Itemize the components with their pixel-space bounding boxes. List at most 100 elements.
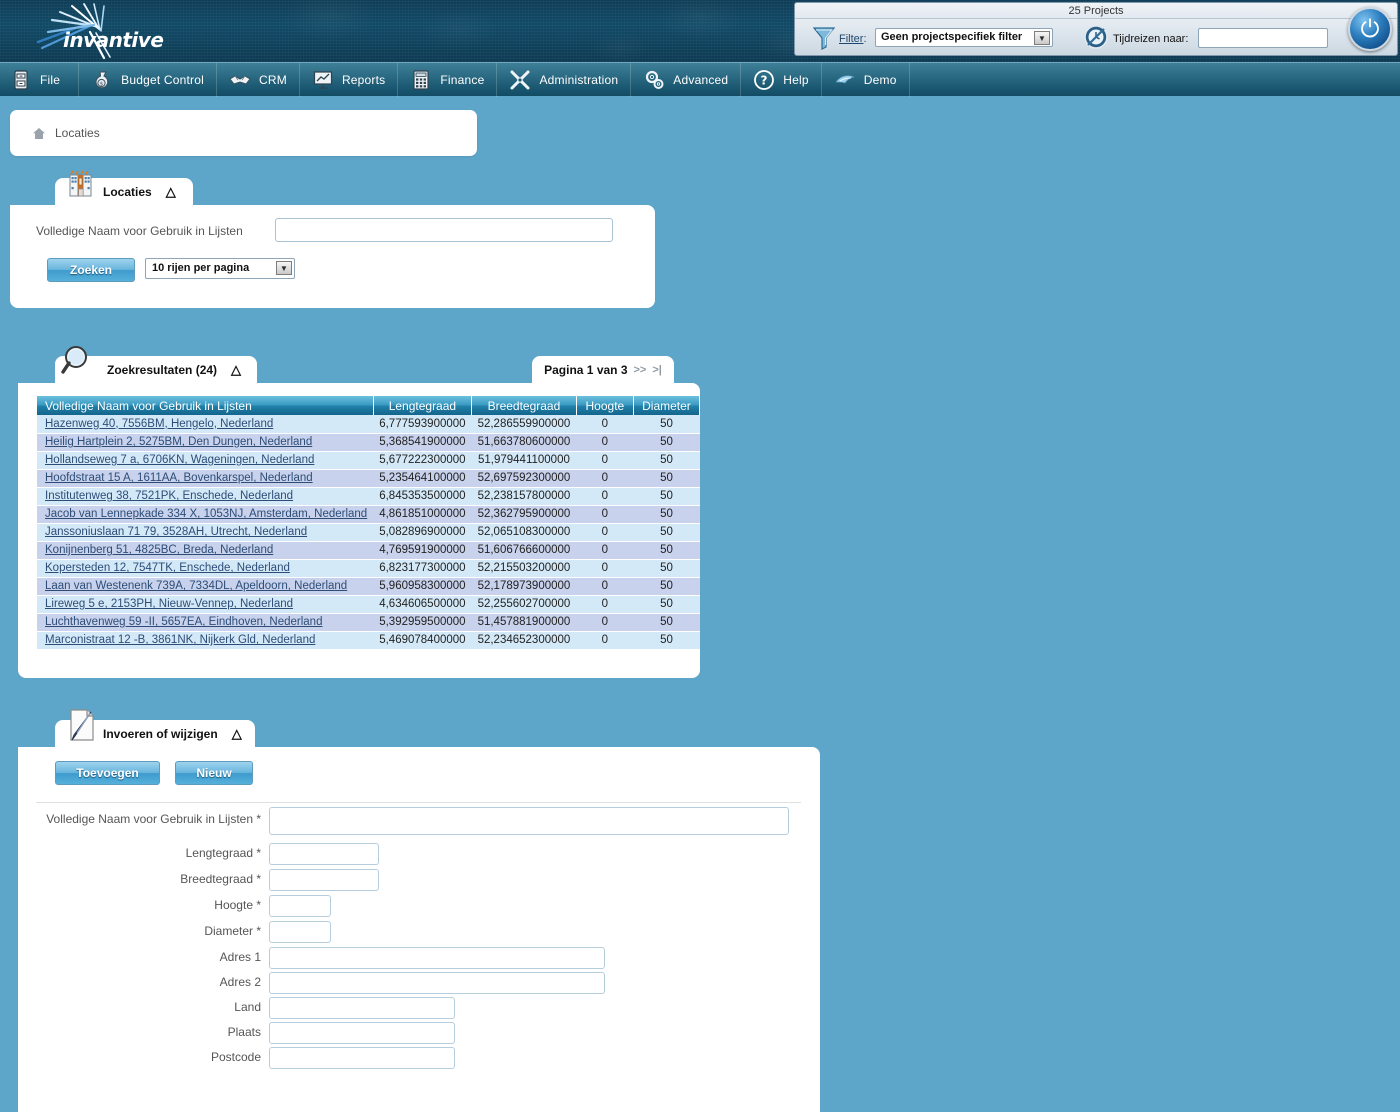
location-link[interactable]: Luchthavenweg 59 -II, 5657EA, Eindhoven,… [45,616,322,628]
menu-item-administration[interactable]: Administration [497,62,632,97]
table-row: Konijnenberg 51, 4825BC, Breda, Nederlan… [37,541,700,560]
input-land[interactable] [269,997,455,1019]
input-volledige-naam[interactable] [269,807,789,835]
location-link[interactable]: Institutenweg 38, 7521PK, Enschede, Nede… [45,490,293,502]
cell-naam: Jacob van Lennepkade 334 X, 1053NJ, Amst… [37,505,374,524]
cell-hoogte: 0 [576,631,634,650]
col-breedtegraad[interactable]: Breedtegraad [471,396,577,415]
menu-item-budget-control[interactable]: $ Budget Control [79,62,217,97]
cell-breedtegraad: 51,663780600000 [471,433,577,452]
menu-item-demo[interactable]: Demo [822,62,910,97]
input-diameter[interactable] [269,921,331,943]
input-hoogte[interactable] [269,895,331,917]
location-link[interactable]: Hollandseweg 7 a, 6706KN, Wageningen, Ne… [45,454,314,466]
location-link[interactable]: Laan van Westenenk 739A, 7334DL, Apeldoo… [45,580,347,592]
cell-breedtegraad: 52,215503200000 [471,559,577,578]
cell-lengtegraad: 6,845353500000 [373,487,472,506]
table-row: Institutenweg 38, 7521PK, Enschede, Nede… [37,487,700,506]
menu-item-help[interactable]: ? Help [741,62,822,97]
search-panel-tab[interactable]: Locaties △ [55,170,193,205]
label-lengtegraad: Lengtegraad * [185,846,261,860]
table-row: Kopersteden 12, 7547TK, Enschede, Nederl… [37,559,700,578]
timetravel-input[interactable] [1198,28,1328,48]
cell-lengtegraad: 4,769591900000 [373,541,472,560]
menu-label-administration: Administration [539,72,619,87]
search-field-label: Volledige Naam voor Gebruik in Lijsten [36,224,243,238]
power-icon[interactable]: ⏻ [1348,7,1392,51]
filter-colon: : [863,33,867,45]
project-filter-select[interactable]: Geen projectspecifiek filter ▼ [875,28,1053,47]
cell-breedtegraad: 51,457881900000 [471,613,577,632]
chevron-down-icon[interactable]: ▼ [276,261,292,275]
results-panel-tab[interactable]: Zoekresultaten (24) △ [55,346,257,383]
zoeken-button[interactable]: Zoeken [47,258,135,282]
location-link[interactable]: Kopersteden 12, 7547TK, Enschede, Nederl… [45,562,290,574]
cell-hoogte: 0 [576,505,634,524]
cell-diameter: 50 [633,595,700,614]
location-link[interactable]: Janssoniuslaan 71 79, 3528AH, Utrecht, N… [45,526,307,538]
timetravel-label: Tijdreizen naar: [1113,33,1189,45]
label-adres-1: Adres 1 [219,950,261,964]
menu-item-file[interactable]: File [0,62,80,97]
cell-lengtegraad: 5,677222300000 [373,451,472,470]
input-plaats[interactable] [269,1022,455,1044]
search-input[interactable] [275,218,613,242]
input-lengtegraad[interactable] [269,843,379,865]
chevron-down-icon[interactable]: ▼ [1034,31,1050,45]
cell-naam: Hazenweg 40, 7556BM, Hengelo, Nederland [37,415,374,434]
input-postcode[interactable] [269,1047,455,1069]
menu-item-crm[interactable]: CRM [217,62,300,97]
menu-item-finance[interactable]: Finance [398,62,498,97]
cell-diameter: 50 [633,541,700,560]
location-link[interactable]: Jacob van Lennepkade 334 X, 1053NJ, Amst… [45,508,367,520]
filter-link[interactable]: Filter [839,33,863,45]
breadcrumb-text: Locaties [55,126,100,140]
chevron-up-icon[interactable]: △ [232,726,243,742]
table-header-row: Volledige Naam voor Gebruik in Lijsten L… [37,396,701,415]
filter-label[interactable]: Filter: [839,33,867,45]
cell-diameter: 50 [633,577,700,596]
location-link[interactable]: Konijnenberg 51, 4825BC, Breda, Nederlan… [45,544,273,556]
col-diameter[interactable]: Diameter [633,396,701,415]
cell-breedtegraad: 52,362795900000 [471,505,577,524]
cell-lengtegraad: 6,777593900000 [373,415,472,434]
input-adres-2[interactable] [269,972,605,994]
table-row: Jacob van Lennepkade 334 X, 1053NJ, Amst… [37,505,700,524]
menu-item-advanced[interactable]: Advanced [631,62,742,97]
cell-naam: Heilig Hartplein 2, 5275BM, Den Dungen, … [37,433,374,452]
cell-hoogte: 0 [576,415,634,434]
tools-wrench-icon [509,69,531,91]
cell-naam: Hollandseweg 7 a, 6706KN, Wageningen, Ne… [37,451,374,470]
nieuw-button[interactable]: Nieuw [175,761,253,785]
menu-label-advanced: Advanced [673,72,729,87]
cell-breedtegraad: 52,234652300000 [471,631,577,650]
cell-diameter: 50 [633,613,700,632]
location-link[interactable]: Marconistraat 12 -B, 3861NK, Nijkerk Gld… [45,634,315,646]
input-adres-1[interactable] [269,947,605,969]
col-naam[interactable]: Volledige Naam voor Gebruik in Lijsten [37,396,374,415]
location-link[interactable]: Hazenweg 40, 7556BM, Hengelo, Nederland [45,418,273,430]
rows-per-page-select[interactable]: 10 rijen per pagina ▼ [145,258,295,279]
toevoegen-button[interactable]: Toevoegen [55,761,160,785]
cell-lengtegraad: 5,469078400000 [373,631,472,650]
cell-breedtegraad: 52,697592300000 [471,469,577,488]
next-page-button[interactable]: >> [634,364,647,376]
location-link[interactable]: Heilig Hartplein 2, 5275BM, Den Dungen, … [45,436,312,448]
cell-lengtegraad: 4,861851000000 [373,505,472,524]
dolphin-logo-icon [834,69,856,91]
input-breedtegraad[interactable] [269,869,379,891]
paging-text: Pagina 1 van 3 [544,362,628,377]
location-link[interactable]: Lireweg 5 e, 2153PH, Nieuw-Vennep, Neder… [45,598,293,610]
menu-item-reports[interactable]: Reports [300,62,399,97]
col-hoogte[interactable]: Hoogte [576,396,634,415]
col-lengtegraad[interactable]: Lengtegraad [373,396,473,415]
edit-panel-tab[interactable]: Invoeren of wijzigen △ [55,709,255,747]
time-travel-clock-icon [1083,24,1109,50]
home-icon[interactable] [32,127,46,140]
last-page-button[interactable]: >| [652,364,662,376]
chevron-up-icon[interactable]: △ [231,362,242,378]
project-filter-value: Geen projectspecifiek filter [881,31,1023,43]
location-link[interactable]: Hoofdstraat 15 A, 1611AA, Bovenkarspel, … [45,472,313,484]
paging-control[interactable]: Pagina 1 van 3 >> >| [532,356,674,383]
chevron-up-icon[interactable]: △ [166,184,177,200]
